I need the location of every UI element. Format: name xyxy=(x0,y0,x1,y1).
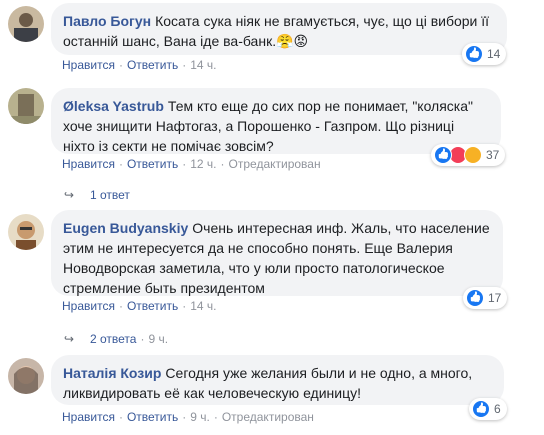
separator-dot: · xyxy=(182,410,187,424)
reply-link[interactable]: Ответить xyxy=(127,410,178,424)
like-icon xyxy=(434,146,452,164)
separator-dot: · xyxy=(118,410,123,424)
author-name[interactable]: Øleksa Yastrub xyxy=(63,98,164,114)
author-name[interactable]: Наталія Козир xyxy=(63,365,161,381)
replies-count: 1 ответ xyxy=(90,188,130,202)
haha-icon xyxy=(464,146,482,164)
like-link[interactable]: Нравится xyxy=(62,410,115,424)
comment-bubble: Наталія Козир Сегодня уже желания были и … xyxy=(51,355,504,405)
timestamp[interactable]: 14 ч. xyxy=(190,58,216,72)
comment-bubble: Øleksa Yastrub Тем кто еще до сих пор не … xyxy=(51,88,501,154)
reactions-badge[interactable]: 37 xyxy=(431,144,506,166)
edited-label[interactable]: Отредактирован xyxy=(222,410,314,424)
reaction-count: 17 xyxy=(488,291,502,305)
reply-link[interactable]: Ответить xyxy=(127,58,178,72)
reply-arrow-icon: ↪ xyxy=(64,188,75,202)
like-link[interactable]: Нравится xyxy=(62,157,115,171)
avatar[interactable] xyxy=(8,358,44,394)
author-name[interactable]: Павло Богун xyxy=(63,13,151,29)
reply-link[interactable]: Ответить xyxy=(127,299,178,313)
comment-bubble: Eugen Budyanskiy Очень интересная инф. Жа… xyxy=(51,210,503,296)
avatar[interactable] xyxy=(8,88,44,124)
view-replies-link[interactable]: ↪ 1 ответ xyxy=(64,188,130,202)
comment-actions: Нравится · Ответить · 14 ч. xyxy=(62,299,217,313)
separator-dot: · xyxy=(118,299,123,313)
reactions-badge[interactable]: 14 xyxy=(462,43,507,65)
reply-link[interactable]: Ответить xyxy=(127,157,178,171)
reaction-count: 6 xyxy=(494,402,501,416)
separator-dot: · xyxy=(140,332,145,346)
separator-dot: · xyxy=(220,157,225,171)
reply-arrow-icon: ↪ xyxy=(64,332,75,346)
reactions-badge[interactable]: 17 xyxy=(463,287,508,309)
reactions-badge[interactable]: 6 xyxy=(469,398,507,420)
timestamp[interactable]: 14 ч. xyxy=(190,299,216,313)
like-link[interactable]: Нравится xyxy=(62,58,115,72)
avatar[interactable] xyxy=(8,214,44,250)
edited-label[interactable]: Отредактирован xyxy=(229,157,321,171)
replies-time[interactable]: 9 ч. xyxy=(148,332,168,346)
separator-dot: · xyxy=(182,299,187,313)
author-name[interactable]: Eugen Budyanskiy xyxy=(63,220,188,236)
reaction-count: 37 xyxy=(486,148,500,162)
avatar[interactable] xyxy=(8,6,44,42)
like-icon xyxy=(472,400,490,418)
timestamp[interactable]: 9 ч. xyxy=(190,410,210,424)
emoji-icon: 😤😡 xyxy=(276,33,309,49)
view-replies-link[interactable]: ↪ 2 ответа · 9 ч. xyxy=(64,332,168,346)
separator-dot: · xyxy=(182,157,187,171)
comment-actions: Нравится · Ответить · 12 ч. · Отредактирован xyxy=(62,157,321,171)
replies-count: 2 ответа xyxy=(90,332,137,346)
separator-dot: · xyxy=(118,157,123,171)
separator-dot: · xyxy=(213,410,218,424)
like-link[interactable]: Нравится xyxy=(62,299,115,313)
separator-dot: · xyxy=(182,58,187,72)
timestamp[interactable]: 12 ч. xyxy=(190,157,216,171)
like-icon xyxy=(466,289,484,307)
comment-actions: Нравится · Ответить · 14 ч. xyxy=(62,58,217,72)
like-icon xyxy=(465,45,483,63)
separator-dot: · xyxy=(118,58,123,72)
reaction-count: 14 xyxy=(487,47,501,61)
comment-bubble: Павло Богун Косата сука ніяк не вгамуєтьс… xyxy=(51,3,507,55)
comment-actions: Нравится · Ответить · 9 ч. · Отредактирован xyxy=(62,410,314,424)
